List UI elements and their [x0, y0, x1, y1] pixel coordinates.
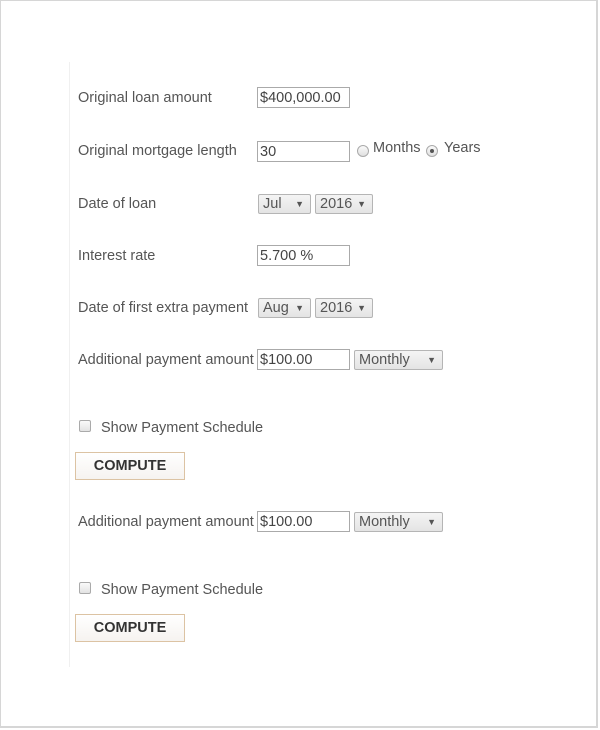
chevron-down-icon: ▼ — [427, 517, 436, 527]
extra-payment-year-select[interactable]: 2016 ▼ — [315, 298, 373, 318]
years-radio[interactable] — [426, 145, 438, 157]
show-schedule-checkbox[interactable] — [79, 420, 91, 432]
mortgage-length-label: Original mortgage length — [78, 143, 237, 159]
additional-payment-label: Additional payment amount — [78, 352, 254, 368]
interest-rate-label: Interest rate — [78, 248, 156, 264]
compute-button[interactable]: COMPUTE — [75, 614, 185, 642]
additional-payment-input[interactable] — [257, 349, 350, 370]
additional-payment-label: Additional payment amount — [78, 514, 254, 530]
content-divider — [69, 62, 70, 667]
years-radio-label[interactable]: Years — [444, 140, 481, 156]
chevron-down-icon: ▼ — [295, 199, 304, 209]
payment-frequency-value: Monthly — [359, 514, 410, 530]
months-radio[interactable] — [357, 145, 369, 157]
extra-payment-month-select[interactable]: Aug ▼ — [258, 298, 311, 318]
show-schedule-label[interactable]: Show Payment Schedule — [101, 582, 263, 598]
loan-month-value: Jul — [263, 196, 282, 212]
loan-year-select[interactable]: 2016 ▼ — [315, 194, 373, 214]
extra-payment-month-value: Aug — [263, 300, 289, 316]
show-schedule-checkbox[interactable] — [79, 582, 91, 594]
show-schedule-label[interactable]: Show Payment Schedule — [101, 420, 263, 436]
chevron-down-icon: ▼ — [427, 355, 436, 365]
loan-date-label: Date of loan — [78, 196, 157, 212]
chevron-down-icon: ▼ — [295, 303, 304, 313]
chevron-down-icon: ▼ — [357, 199, 366, 209]
additional-payment-input[interactable] — [257, 511, 350, 532]
extra-payment-year-value: 2016 — [320, 300, 353, 316]
months-radio-label[interactable]: Months — [373, 140, 421, 156]
mortgage-length-input[interactable] — [257, 141, 350, 162]
payment-frequency-select[interactable]: Monthly ▼ — [354, 512, 443, 532]
first-extra-payment-label: Date of first extra payment — [78, 300, 249, 316]
payment-frequency-select[interactable]: Monthly ▼ — [354, 350, 443, 370]
loan-amount-input[interactable] — [257, 87, 350, 108]
interest-rate-input[interactable] — [257, 245, 350, 266]
loan-amount-label: Original loan amount — [78, 90, 212, 106]
loan-year-value: 2016 — [320, 196, 353, 212]
chevron-down-icon: ▼ — [357, 303, 366, 313]
loan-month-select[interactable]: Jul ▼ — [258, 194, 311, 214]
payment-frequency-value: Monthly — [359, 352, 410, 368]
compute-button[interactable]: COMPUTE — [75, 452, 185, 480]
